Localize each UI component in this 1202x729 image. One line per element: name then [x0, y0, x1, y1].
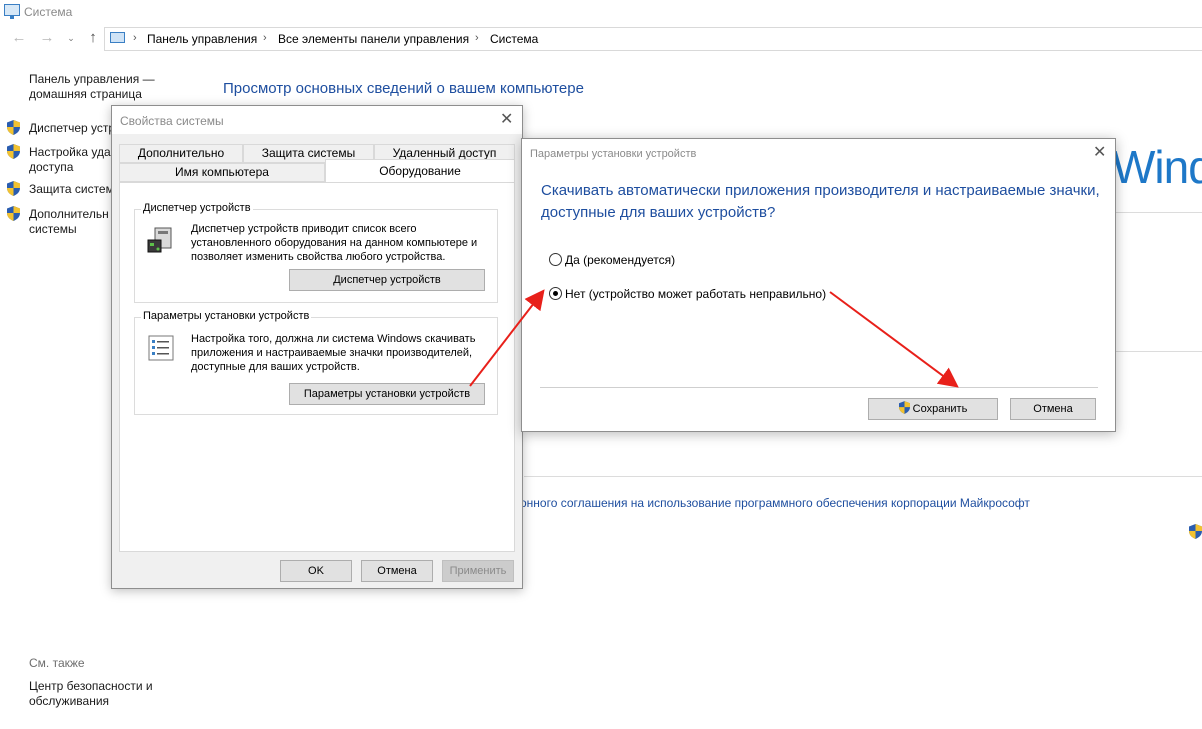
save-button[interactable]: Сохранить: [868, 398, 998, 420]
uac-shield-icon: [1189, 524, 1202, 539]
window-titlebar: Система: [0, 0, 1202, 24]
tab-hardware[interactable]: Оборудование: [325, 159, 515, 183]
divider: [1116, 351, 1202, 352]
radio-yes[interactable]: [549, 253, 562, 266]
radio-no-label[interactable]: Нет (устройство может работать неправиль…: [565, 287, 826, 301]
breadcrumb-all-items[interactable]: Все элементы панели управления: [278, 32, 469, 46]
divider: [540, 387, 1098, 388]
forward-arrow-icon[interactable]: →: [38, 29, 56, 47]
uac-shield-icon: [898, 401, 910, 414]
divider: [1116, 212, 1202, 213]
breadcrumb-separator: ›: [133, 32, 137, 44]
windows-logo-text: Wind: [1112, 141, 1202, 193]
uac-shield-icon: [7, 120, 20, 135]
uac-shield-icon: [7, 181, 20, 196]
breadcrumb-separator: ›: [263, 32, 267, 44]
device-manager-button[interactable]: Диспетчер устройств: [289, 269, 485, 291]
sidebar-item-system-protection[interactable]: Защита систем: [29, 182, 111, 197]
system-properties-dialog: Свойства системы ✕ Дополнительно Защита …: [111, 105, 523, 589]
sidebar-item-remote-access[interactable]: Настройка уда доступа: [29, 145, 113, 175]
device-manager-icon: [147, 227, 172, 253]
address-bar: ← → ⌄ ↑ › Панель управления › Все элемен…: [0, 27, 1202, 51]
breadcrumb[interactable]: › Панель управления › Все элементы панел…: [104, 27, 1202, 51]
radio-no[interactable]: [549, 287, 562, 300]
security-center-link[interactable]: Центр безопасности и обслуживания: [29, 679, 179, 709]
back-arrow-icon[interactable]: ←: [10, 29, 28, 47]
hardware-tab-panel: Диспетчер устройств Диспетчер устройств …: [119, 182, 515, 552]
dialog-title: Параметры установки устройств: [530, 148, 697, 160]
checklist-icon: [148, 335, 174, 361]
page-title: Просмотр основных сведений о вашем компь…: [223, 80, 584, 97]
device-installation-description: Настройка того, должна ли система Window…: [191, 333, 476, 373]
group-title: Параметры установки устройств: [141, 310, 312, 322]
close-icon[interactable]: ✕: [500, 112, 513, 128]
ok-button[interactable]: OK: [280, 560, 352, 582]
device-installation-group: Параметры установки устройств Настройка …: [134, 310, 498, 415]
recent-locations-chevron-icon[interactable]: ⌄: [62, 29, 80, 47]
radio-yes-label[interactable]: Да (рекомендуется): [565, 253, 675, 267]
install-question: Скачивать автоматически приложения произ…: [541, 182, 1100, 221]
cancel-button[interactable]: Отмена: [1010, 398, 1096, 420]
cancel-button[interactable]: Отмена: [361, 560, 433, 582]
dialog-titlebar: Свойства системы: [112, 106, 522, 134]
divider: [524, 476, 1202, 477]
apply-button[interactable]: Применить: [442, 560, 514, 582]
system-app-icon: [4, 4, 20, 19]
close-icon[interactable]: ✕: [1093, 145, 1106, 161]
device-manager-group: Диспетчер устройств Диспетчер устройств …: [134, 202, 498, 303]
group-title: Диспетчер устройств: [141, 202, 253, 214]
device-installation-settings-button[interactable]: Параметры установки устройств: [289, 383, 485, 405]
device-manager-description: Диспетчер устройств приводит список всег…: [191, 223, 478, 263]
device-installation-settings-dialog: Параметры установки устройств ✕ Скачиват…: [521, 138, 1116, 432]
uac-shield-icon: [7, 144, 20, 159]
sidebar-item-advanced-settings[interactable]: Дополнительн системы: [29, 207, 113, 237]
license-terms-link[interactable]: онного соглашения на использование прогр…: [520, 496, 1030, 510]
up-arrow-icon[interactable]: ↑: [84, 29, 102, 47]
breadcrumb-control-panel[interactable]: Панель управления: [147, 32, 257, 46]
window-title: Система: [24, 5, 73, 19]
save-button-label: Сохранить: [912, 403, 968, 415]
dialog-title: Свойства системы: [120, 114, 224, 128]
uac-shield-icon: [7, 206, 20, 221]
tab-computer-name[interactable]: Имя компьютера: [119, 163, 325, 182]
computer-icon: [110, 32, 125, 43]
breadcrumb-separator: ›: [475, 32, 479, 44]
sidebar-item-device-manager[interactable]: Диспетчер устр: [29, 121, 111, 136]
control-panel-home-link[interactable]: Панель управления — домашняя страница: [29, 72, 179, 102]
see-also-heading: См. также: [29, 656, 85, 670]
breadcrumb-system[interactable]: Система: [490, 32, 538, 46]
tab-advanced[interactable]: Дополнительно: [119, 144, 243, 163]
